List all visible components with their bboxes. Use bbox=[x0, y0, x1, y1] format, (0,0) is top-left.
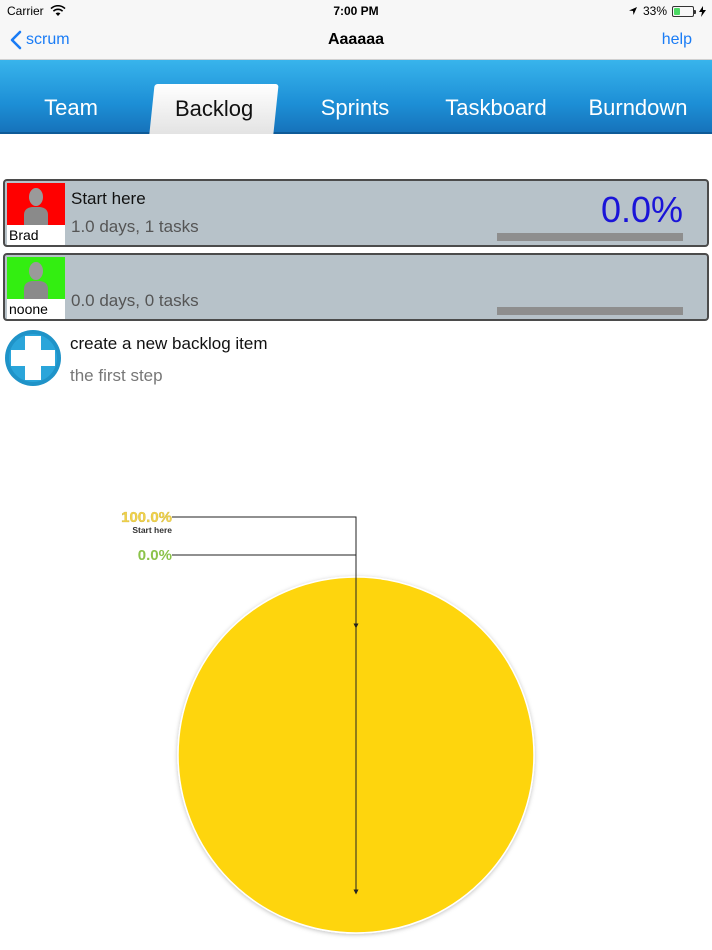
slice-name-label: Start here bbox=[132, 525, 172, 535]
tab-bar: Team Backlog Sprints Taskboard Burndown bbox=[0, 60, 712, 134]
tab-backlog-label: Backlog bbox=[174, 96, 254, 121]
owner-name: noone bbox=[9, 301, 48, 317]
backlog-item[interactable]: noone 0.0 days, 0 tasks bbox=[3, 253, 709, 321]
backlog-item-estimate: 0.0 days, 0 tasks bbox=[71, 291, 199, 310]
battery-percent: 33% bbox=[642, 4, 667, 18]
tab-taskboard[interactable]: Taskboard bbox=[425, 82, 567, 134]
battery-icon bbox=[672, 5, 696, 17]
status-time: 7:00 PM bbox=[333, 4, 379, 18]
backlog-item-estimate: 1.0 days, 1 tasks bbox=[71, 217, 199, 236]
progress-bar bbox=[497, 307, 683, 315]
location-arrow-icon bbox=[628, 7, 637, 15]
status-right: 33% bbox=[628, 4, 706, 18]
status-bar: Carrier 7:00 PM 33% bbox=[0, 0, 712, 22]
page-title: Aaaaaa bbox=[327, 31, 385, 48]
charging-bolt-icon bbox=[699, 5, 706, 17]
backlog-item[interactable]: Brad Start here 1.0 days, 1 tasks 0.0% bbox=[3, 179, 709, 247]
person-silhouette-icon bbox=[24, 262, 48, 299]
battery-fill bbox=[674, 7, 680, 15]
pie-chart: 100.0%Start here 0.0% bbox=[121, 509, 535, 934]
backlog-item-title: Start here bbox=[71, 189, 146, 208]
tab-sprints[interactable]: Sprints bbox=[284, 82, 426, 134]
create-item-subtitle: the first step bbox=[70, 366, 163, 385]
owner-name: Brad bbox=[9, 227, 39, 243]
slice-value-label: 100.0% bbox=[121, 509, 172, 526]
navigation-bar: scrum Aaaaaa help bbox=[0, 22, 712, 60]
slice-value-label: 0.0% bbox=[138, 547, 172, 564]
backlog-item-percent: 0.0% bbox=[600, 189, 683, 230]
tab-team[interactable]: Team bbox=[0, 82, 142, 134]
help-button[interactable]: help bbox=[662, 31, 692, 49]
tab-backlog[interactable]: Backlog bbox=[149, 84, 279, 134]
progress-bar bbox=[497, 233, 683, 241]
create-backlog-item-button[interactable]: create a new backlog item the first step bbox=[3, 326, 403, 390]
add-plus-icon bbox=[5, 330, 61, 386]
avatar: Brad bbox=[7, 183, 65, 245]
person-silhouette-icon bbox=[24, 188, 48, 225]
create-item-title: create a new backlog item bbox=[70, 334, 268, 353]
tab-burndown[interactable]: Burndown bbox=[567, 82, 709, 134]
avatar: noone bbox=[7, 257, 65, 319]
